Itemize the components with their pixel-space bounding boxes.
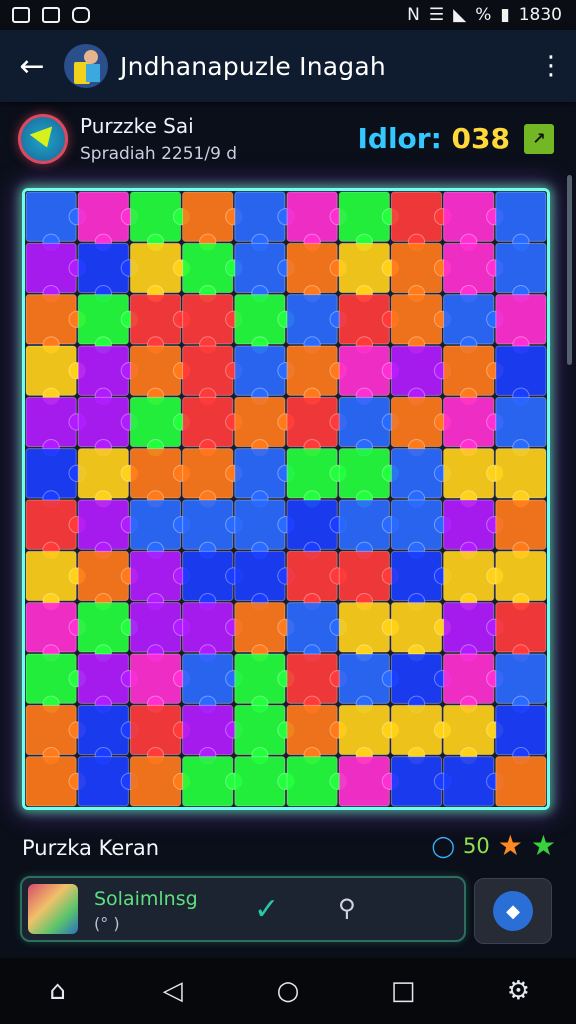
arrow-left-icon[interactable]: ←: [0, 49, 64, 84]
signal-icon: ◣: [453, 5, 467, 25]
expand-icon[interactable]: ↗: [524, 124, 554, 154]
puzzle-piece[interactable]: [25, 756, 86, 807]
puzzle-piece[interactable]: [495, 396, 547, 457]
score-display: Idlor: 038: [357, 122, 510, 155]
circle-home-icon[interactable]: ○: [264, 976, 312, 1006]
puzzle-piece[interactable]: [495, 294, 547, 354]
puzzle-piece[interactable]: [495, 653, 547, 714]
battery-percent: %: [475, 5, 492, 25]
puzzle-info: Purzzke Sai Spradiah 2251/9 d Idlor: 038…: [0, 108, 576, 172]
puzzle-badge[interactable]: [18, 114, 68, 164]
image-icon: [42, 7, 60, 23]
nfc-icon: N: [407, 5, 420, 25]
send-icon: [29, 126, 59, 152]
assistant-icon[interactable]: ⚙: [494, 976, 542, 1006]
puzzle-piece[interactable]: [443, 756, 504, 807]
battery-icon: ▮: [500, 5, 510, 25]
puzzle-piece[interactable]: [182, 756, 243, 807]
thumbnail-image: [28, 884, 78, 934]
pieces-count: 50: [463, 834, 490, 858]
status-bar: N ☰ ◣ % ▮ 1830: [0, 0, 576, 30]
star-icon[interactable]: ★: [531, 832, 556, 860]
puzzle-piece[interactable]: [286, 756, 347, 807]
puzzle-piece[interactable]: [234, 756, 295, 807]
pin-icon[interactable]: ⚲: [338, 894, 356, 922]
star-icon[interactable]: ★: [498, 832, 523, 860]
puzzle-piece[interactable]: [495, 704, 547, 765]
puzzle-piece[interactable]: [495, 756, 547, 807]
score-label: Idlor:: [357, 122, 442, 155]
more-vertical-icon[interactable]: ⋮: [526, 53, 576, 79]
app-avatar: [64, 44, 108, 88]
card-title: Solaimlnsg: [94, 888, 198, 910]
app-bar: ← Jndhanapuzle Inagah ⋮: [0, 30, 576, 102]
puzzle-piece[interactable]: [495, 550, 547, 611]
back-icon[interactable]: ◁: [149, 976, 197, 1006]
card-subtitle: (° ): [94, 914, 120, 933]
puzzle-name: Purzzke Sai: [80, 114, 194, 138]
puzzle-piece[interactable]: [495, 602, 547, 662]
puzzle-piece[interactable]: [77, 756, 139, 807]
puzzle-piece[interactable]: [129, 756, 191, 807]
bottom-card[interactable]: Solaimlnsg (° ) ✓ ⚲: [20, 876, 466, 942]
puzzle-subtitle: Spradiah 2251/9 d: [80, 144, 238, 164]
puzzle-board[interactable]: [22, 188, 550, 810]
puzzle-canvas[interactable]: [25, 191, 547, 807]
puzzle-piece[interactable]: [495, 345, 547, 406]
notification-icon: [12, 7, 30, 23]
puzzle-piece[interactable]: [338, 756, 400, 807]
puzzle-piece[interactable]: [495, 448, 547, 508]
recents-icon[interactable]: □: [379, 976, 427, 1006]
puzzle-piece[interactable]: [495, 242, 547, 303]
home-icon[interactable]: ⌂: [34, 976, 82, 1006]
scrollbar[interactable]: [567, 175, 572, 365]
wifi-icon: ☰: [428, 5, 445, 25]
puzzle-piece[interactable]: [390, 756, 452, 807]
media-icon: [72, 7, 90, 23]
app-title: Jndhanapuzle Inagah: [120, 51, 386, 81]
puzzle-piece[interactable]: [495, 191, 547, 252]
nav-bar: ⌂ ◁ ○ □ ⚙: [0, 958, 576, 1024]
diamond-icon: ◆: [493, 891, 533, 931]
check-icon[interactable]: ✓: [254, 892, 279, 927]
score-value: 038: [451, 122, 510, 155]
puzzle-piece[interactable]: [495, 499, 547, 560]
section-title: Purzka Keran: [22, 836, 160, 860]
piece-icon: ◯: [431, 834, 456, 858]
share-button[interactable]: ◆: [474, 878, 552, 944]
clock: 1830: [518, 5, 562, 25]
puzzle-stats: ◯ 50 ★ ★: [432, 832, 556, 860]
